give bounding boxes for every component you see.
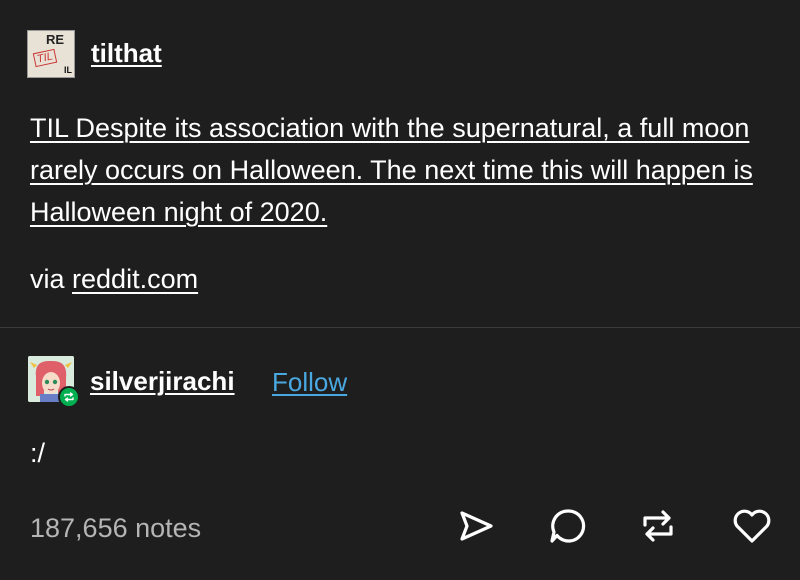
reblogger-name-link[interactable]: silverjirachi	[90, 366, 235, 397]
reply-icon[interactable]	[548, 506, 588, 546]
notes-count[interactable]: 187,656 notes	[30, 513, 201, 544]
reblog-icon[interactable]	[638, 506, 678, 546]
avatar-re-text: RE	[46, 32, 65, 47]
tilthat-avatar[interactable]: RE TIL IL	[27, 30, 75, 78]
reblog-badge-icon	[58, 386, 80, 408]
avatar-til-text: TIL	[32, 48, 58, 68]
post-body-link[interactable]: TIL Despite its association with the sup…	[30, 107, 770, 233]
blog-name-link[interactable]: tilthat	[91, 38, 162, 69]
reblog-comment: :/	[30, 438, 46, 468]
avatar-corner-text: IL	[64, 65, 72, 75]
follow-button[interactable]: Follow	[272, 367, 347, 398]
share-icon[interactable]	[456, 506, 496, 546]
via-prefix: via	[30, 264, 65, 294]
tumblr-post: RE TIL IL tilthat TIL Despite its associ…	[0, 0, 800, 580]
via-line: via reddit.com	[30, 264, 198, 295]
like-icon[interactable]	[731, 506, 773, 546]
divider	[0, 327, 800, 328]
via-source-link[interactable]: reddit.com	[72, 264, 198, 294]
